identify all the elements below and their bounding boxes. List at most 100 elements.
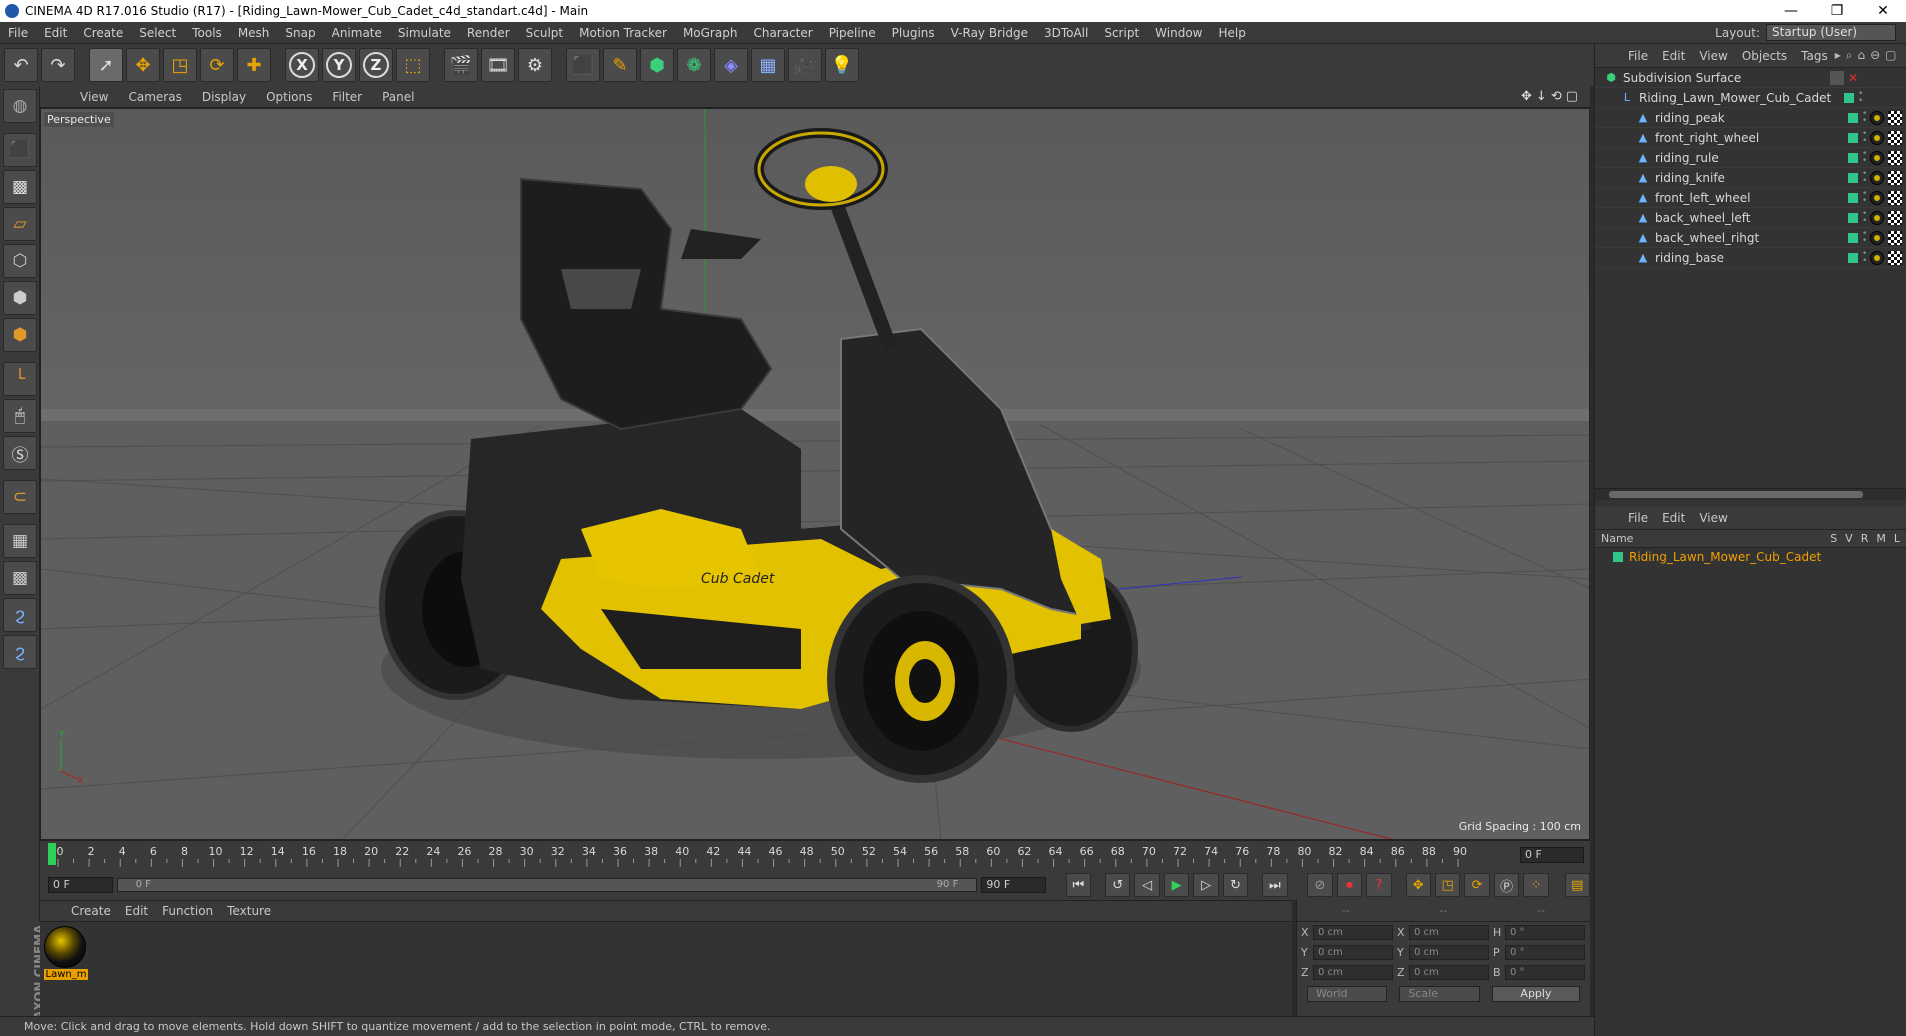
layers-menu-file[interactable]: File <box>1621 511 1655 525</box>
menu-plugins[interactable]: Plugins <box>884 26 943 40</box>
close-button[interactable]: ✕ <box>1860 3 1906 19</box>
layer-color-icon[interactable] <box>1848 152 1858 163</box>
axis-mode-icon[interactable]: └ <box>3 362 37 396</box>
menu-pipeline[interactable]: Pipeline <box>821 26 884 40</box>
rotation-h-field[interactable]: 0 ° <box>1505 924 1585 940</box>
object-row[interactable]: ⬢ Subdivision Surface ✕ <box>1595 68 1906 88</box>
scale-icon[interactable]: ◳ <box>163 48 197 82</box>
autokeying-icon[interactable]: ? <box>1366 873 1392 897</box>
timeline[interactable]: 0 2 4 6 8 10 12 14 16 18 20 22 24 26 28 30 32 34 36 38 40 42 4… <box>40 840 1590 870</box>
edit-render-settings-icon[interactable]: ⚙ <box>518 48 552 82</box>
timeline-window-icon[interactable]: ▤ <box>1564 873 1591 897</box>
previous-frame-icon[interactable]: ◁ <box>1134 873 1160 897</box>
size-y-field[interactable]: 0 cm <box>1409 944 1489 960</box>
timeline-ruler[interactable]: 0 2 4 6 8 10 12 14 16 18 20 22 24 26 28 30 32 34 36 38 40 42 4… <box>48 843 1508 867</box>
undo-icon[interactable]: ↶ <box>4 48 38 82</box>
object-row[interactable]: ▲ front_left_wheel • • <box>1595 188 1906 208</box>
y-axis-lock-icon[interactable]: Y <box>322 48 356 82</box>
layer-color-icon[interactable] <box>1848 232 1858 243</box>
start-frame-field[interactable]: 0 F <box>48 877 113 893</box>
rotation-b-field[interactable]: 0 ° <box>1505 964 1585 980</box>
make-editable-icon[interactable]: ◍ <box>3 89 37 123</box>
current-frame-field[interactable]: 0 F <box>1520 847 1584 863</box>
size-x-field[interactable]: 0 cm <box>1409 924 1489 940</box>
key-point-level-icon[interactable]: ⁘ <box>1523 873 1549 897</box>
record-active-objects-icon[interactable]: ⏺ <box>1336 873 1363 897</box>
menu-select[interactable]: Select <box>131 26 184 40</box>
texture-tag-icon[interactable] <box>1888 230 1902 245</box>
texture-tag-icon[interactable] <box>1888 210 1902 225</box>
visibility-dots-icon[interactable]: • • <box>1862 129 1867 145</box>
menu-create[interactable]: Create <box>75 26 131 40</box>
visibility-dots-icon[interactable]: • • <box>1858 89 1863 105</box>
menu-file[interactable]: File <box>0 26 36 40</box>
tweak-mode-icon[interactable]: 🖱 <box>3 399 37 433</box>
object-row[interactable]: ▲ riding_peak • • <box>1595 108 1906 128</box>
objects-menu-tags[interactable]: Tags <box>1794 49 1835 63</box>
next-frame-icon[interactable]: ▷ <box>1193 873 1219 897</box>
menu-3dtoall[interactable]: 3DToAll <box>1036 26 1096 40</box>
material-tag-icon[interactable] <box>1870 190 1884 205</box>
position-z-field[interactable]: 0 cm <box>1313 964 1393 980</box>
apply-button[interactable]: Apply <box>1491 986 1581 1002</box>
layer-row[interactable]: Riding_Lawn_Mower_Cub_Cadet <box>1595 548 1906 566</box>
visibility-dots-icon[interactable]: • • <box>1862 229 1867 245</box>
end-frame-field[interactable]: 90 F <box>981 877 1046 893</box>
objects-menu-view[interactable]: View <box>1692 49 1734 63</box>
object-row[interactable]: ▲ back_wheel_rihgt • • <box>1595 228 1906 248</box>
subdivision-toggle-icon[interactable] <box>1829 70 1844 85</box>
texture-tag-icon[interactable] <box>1888 250 1902 265</box>
key-scale-icon[interactable]: ◳ <box>1434 873 1461 897</box>
edges-mode-icon[interactable]: ⬢ <box>3 281 37 315</box>
snap-icon[interactable]: ⊂ <box>3 480 37 514</box>
material-manager[interactable]: Lawn_m <box>40 922 1292 1016</box>
coordinate-space-dropdown[interactable]: World <box>1307 986 1388 1002</box>
texture-tag-icon[interactable] <box>1888 110 1902 125</box>
material-menu-edit[interactable]: Edit <box>118 904 155 918</box>
texture-tag-icon[interactable] <box>1888 190 1902 205</box>
menu-tools[interactable]: Tools <box>184 26 230 40</box>
viewport-menu-view[interactable]: View <box>70 90 118 104</box>
previous-keyframe-icon[interactable]: ↺ <box>1104 873 1131 897</box>
maximize-button[interactable]: ❐ <box>1814 3 1860 19</box>
subdivision-icon[interactable]: ⬢ <box>640 48 674 82</box>
objects-menu-objects[interactable]: Objects <box>1735 49 1794 63</box>
motion-record-icon[interactable]: ⊘ <box>1307 873 1333 897</box>
visibility-dots-icon[interactable]: • • <box>1862 169 1867 185</box>
material-tag-icon[interactable] <box>1870 210 1884 225</box>
menu-help[interactable]: Help <box>1210 26 1253 40</box>
material-tag-icon[interactable] <box>1870 110 1884 125</box>
object-list[interactable]: ⬢ Subdivision Surface ✕ L Riding_Lawn_Mower_… <box>1595 68 1906 488</box>
object-row[interactable]: ▲ back_wheel_left • • <box>1595 208 1906 228</box>
disabled-x-icon[interactable]: ✕ <box>1848 71 1858 85</box>
layout-dropdown[interactable]: Startup (User) <box>1766 24 1896 41</box>
floor-icon[interactable]: ▦ <box>751 48 785 82</box>
world-coordinates-icon[interactable]: ⬚ <box>396 48 430 82</box>
key-parameter-icon[interactable]: Ⓟ <box>1493 873 1520 897</box>
visibility-dots-icon[interactable]: • • <box>1862 109 1867 125</box>
menu-mesh[interactable]: Mesh <box>230 26 278 40</box>
cloner-icon[interactable]: ❁ <box>677 48 711 82</box>
object-list-scrollbar[interactable] <box>1595 488 1906 500</box>
scrollbar-thumb[interactable] <box>1609 491 1863 498</box>
object-row[interactable]: ▲ riding_knife • • <box>1595 168 1906 188</box>
deformer-icon[interactable]: ◈ <box>714 48 748 82</box>
go-to-start-icon[interactable]: ⏮ <box>1065 873 1092 897</box>
viewport-menu-filter[interactable]: Filter <box>322 90 372 104</box>
viewport-menu-display[interactable]: Display <box>192 90 256 104</box>
object-manager-tool-icons[interactable]: ▸⌕⌂⊖▢ <box>1835 48 1906 63</box>
menu-snap[interactable]: Snap <box>277 26 323 40</box>
x-axis-lock-icon[interactable]: X <box>285 48 319 82</box>
play-icon[interactable]: ▶ <box>1163 873 1190 897</box>
viewport-camera-label[interactable]: Perspective <box>44 112 114 127</box>
texture-tag-icon[interactable] <box>1888 150 1902 165</box>
layers-menu-edit[interactable]: Edit <box>1655 511 1692 525</box>
render-view-icon[interactable]: 🎬 <box>444 48 478 82</box>
material-tag-icon[interactable] <box>1870 130 1884 145</box>
menu-vray-bridge[interactable]: V-Ray Bridge <box>943 26 1036 40</box>
points-mode-icon[interactable]: ⬡ <box>3 244 37 278</box>
redo-icon[interactable]: ↷ <box>41 48 75 82</box>
material-menu-create[interactable]: Create <box>64 904 118 918</box>
solo-icon[interactable]: Ⓢ <box>3 436 37 470</box>
rotate-icon[interactable]: ⟳ <box>200 48 234 82</box>
